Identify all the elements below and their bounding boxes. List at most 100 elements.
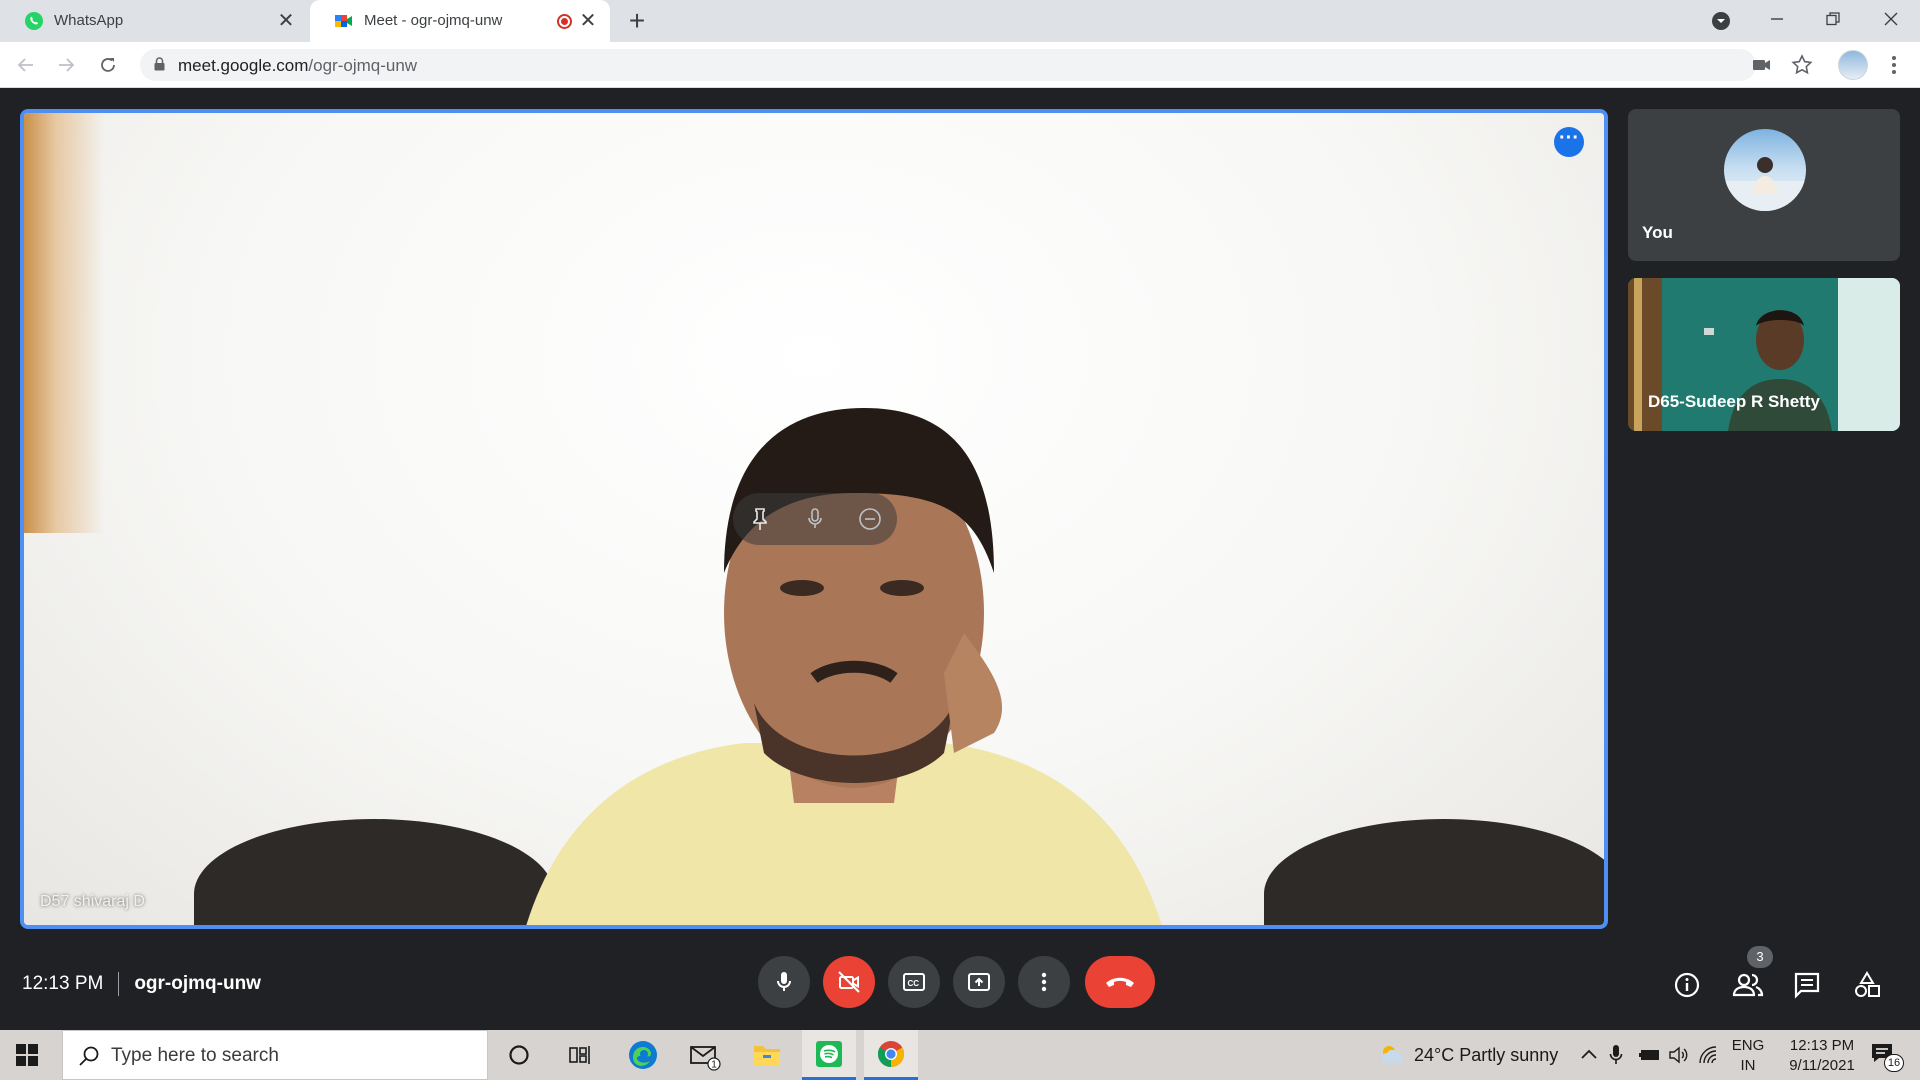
back-button[interactable] xyxy=(12,51,40,79)
mail-badge: 1 xyxy=(711,1060,717,1071)
lock-icon xyxy=(154,57,165,71)
participant-video-tile[interactable]: D65-Sudeep R Shetty xyxy=(1628,278,1900,431)
battery-icon[interactable] xyxy=(1638,1047,1662,1063)
camera-off-button[interactable] xyxy=(823,956,875,1008)
edge-app-button[interactable] xyxy=(616,1030,670,1080)
system-clock[interactable]: 12:13 PM 9/11/2021 xyxy=(1772,1036,1872,1076)
chrome-app-button[interactable] xyxy=(864,1030,918,1080)
close-window-button[interactable] xyxy=(1866,0,1916,42)
tab-meet[interactable]: Meet - ogr-ojmq-unw ✕ xyxy=(310,0,610,42)
svg-text:CC: CC xyxy=(908,979,920,988)
reload-button[interactable] xyxy=(94,51,122,79)
meeting-time: 12:13 PM xyxy=(22,973,104,994)
close-icon xyxy=(1884,12,1898,26)
cortana-circle-icon xyxy=(509,1045,529,1065)
activities-button[interactable] xyxy=(1850,968,1884,1002)
file-explorer-button[interactable] xyxy=(740,1030,794,1080)
tab-close-icon[interactable]: ✕ xyxy=(274,9,298,33)
forward-button[interactable] xyxy=(52,51,80,79)
windows-start-icon[interactable] xyxy=(14,1042,40,1068)
tab-search-button[interactable] xyxy=(1696,0,1746,42)
remove-participant-icon[interactable] xyxy=(857,506,883,532)
region-code: IN xyxy=(1740,1057,1756,1074)
recording-indicator-icon xyxy=(557,14,572,29)
mute-participant-icon[interactable] xyxy=(802,506,828,532)
notification-count: 16 xyxy=(1884,1054,1904,1072)
mail-app-button[interactable]: 1 xyxy=(678,1030,732,1080)
taskbar-search-input[interactable]: Type here to search xyxy=(62,1030,488,1080)
address-bar[interactable]: meet.google.com/ogr-ojmq-unw xyxy=(140,49,1756,81)
meeting-details-button[interactable] xyxy=(1670,968,1704,1002)
divider xyxy=(118,972,120,996)
tab-whatsapp[interactable]: WhatsApp ✕ xyxy=(0,0,308,42)
search-placeholder: Type here to search xyxy=(111,1045,279,1066)
tab-title: WhatsApp xyxy=(54,12,124,29)
bookmark-star-icon[interactable] xyxy=(1790,53,1814,77)
cortana-button[interactable] xyxy=(492,1030,546,1080)
meeting-code: ogr-ojmq-unw xyxy=(134,973,261,994)
self-video-tile[interactable]: You xyxy=(1628,109,1900,261)
whatsapp-icon xyxy=(25,12,43,30)
leave-call-button[interactable] xyxy=(1085,956,1155,1008)
more-vert-icon xyxy=(1041,972,1047,992)
mail-icon: 1 xyxy=(690,1046,721,1071)
weather-text: 24°C Partly sunny xyxy=(1414,1044,1559,1065)
profile-avatar[interactable] xyxy=(1838,50,1868,80)
camera-in-use-icon[interactable] xyxy=(1750,53,1774,77)
search-icon xyxy=(79,1046,99,1066)
clock-date: 9/11/2021 xyxy=(1789,1057,1855,1074)
captions-button[interactable]: CC xyxy=(888,956,940,1008)
microphone-tray-icon[interactable] xyxy=(1609,1044,1623,1066)
participants-button[interactable] xyxy=(1731,968,1765,1002)
microphone-button[interactable] xyxy=(758,956,810,1008)
chat-icon xyxy=(1794,972,1820,999)
present-screen-button[interactable] xyxy=(953,956,1005,1008)
chat-button[interactable] xyxy=(1790,968,1824,1002)
restore-button[interactable] xyxy=(1808,0,1858,42)
address-url: meet.google.com/ogr-ojmq-unw xyxy=(178,56,417,76)
pin-icon[interactable] xyxy=(747,506,773,532)
more-vert-icon[interactable] xyxy=(1882,53,1906,77)
activities-shapes-icon xyxy=(1855,971,1880,997)
people-icon xyxy=(1732,973,1764,997)
tile-name: D65-Sudeep R Shetty xyxy=(1648,392,1820,411)
tab-title: Meet - ogr-ojmq-unw xyxy=(364,12,503,29)
spotify-app-button[interactable] xyxy=(802,1030,856,1080)
tab-close-icon[interactable]: ✕ xyxy=(576,9,600,33)
volume-icon[interactable] xyxy=(1668,1045,1688,1065)
hang-up-icon xyxy=(1106,977,1134,987)
url-domain: meet.google.com xyxy=(178,56,309,75)
browser-tab-strip: WhatsApp ✕ Meet - ogr-ojmq-unw ✕ + xyxy=(0,0,1920,42)
video-background-curtain xyxy=(24,113,104,533)
minimize-button[interactable] xyxy=(1752,0,1802,42)
info-icon xyxy=(1674,972,1700,998)
notification-center-button[interactable]: 16 xyxy=(1870,1040,1908,1072)
participant-name-label: D57 shivaraj D xyxy=(40,893,145,910)
wifi-icon[interactable] xyxy=(1698,1045,1718,1065)
spotify-icon xyxy=(816,1040,842,1067)
task-view-icon xyxy=(569,1046,590,1064)
tile-name: You xyxy=(1642,223,1673,242)
clock-time: 12:13 PM xyxy=(1789,1037,1855,1054)
google-meet-icon xyxy=(335,15,352,27)
tile-hover-controls xyxy=(733,493,897,545)
more-options-button[interactable] xyxy=(1018,956,1070,1008)
new-tab-button[interactable]: + xyxy=(622,6,652,36)
folder-icon xyxy=(754,1046,780,1065)
weather-widget[interactable]: 24°C Partly sunny xyxy=(1378,1030,1558,1080)
minimize-icon xyxy=(1771,18,1783,20)
language-code: ENG xyxy=(1731,1037,1765,1054)
reload-icon xyxy=(101,58,115,72)
camera-off-icon xyxy=(838,971,860,993)
language-indicator[interactable]: ENG IN xyxy=(1728,1036,1768,1076)
tile-more-options-icon[interactable]: ··· xyxy=(1554,127,1584,157)
main-video-tile[interactable]: ··· D57 shivaraj D xyxy=(20,109,1608,929)
arrow-left-icon xyxy=(17,58,33,72)
chevron-up-icon[interactable] xyxy=(1580,1047,1598,1061)
task-view-button[interactable] xyxy=(552,1030,606,1080)
participant-count-badge: 3 xyxy=(1747,946,1773,968)
browser-toolbar: meet.google.com/ogr-ojmq-unw xyxy=(0,42,1920,88)
chevron-down-icon xyxy=(1712,12,1730,30)
closed-captions-icon: CC xyxy=(903,973,925,991)
url-path: /ogr-ojmq-unw xyxy=(308,56,418,75)
